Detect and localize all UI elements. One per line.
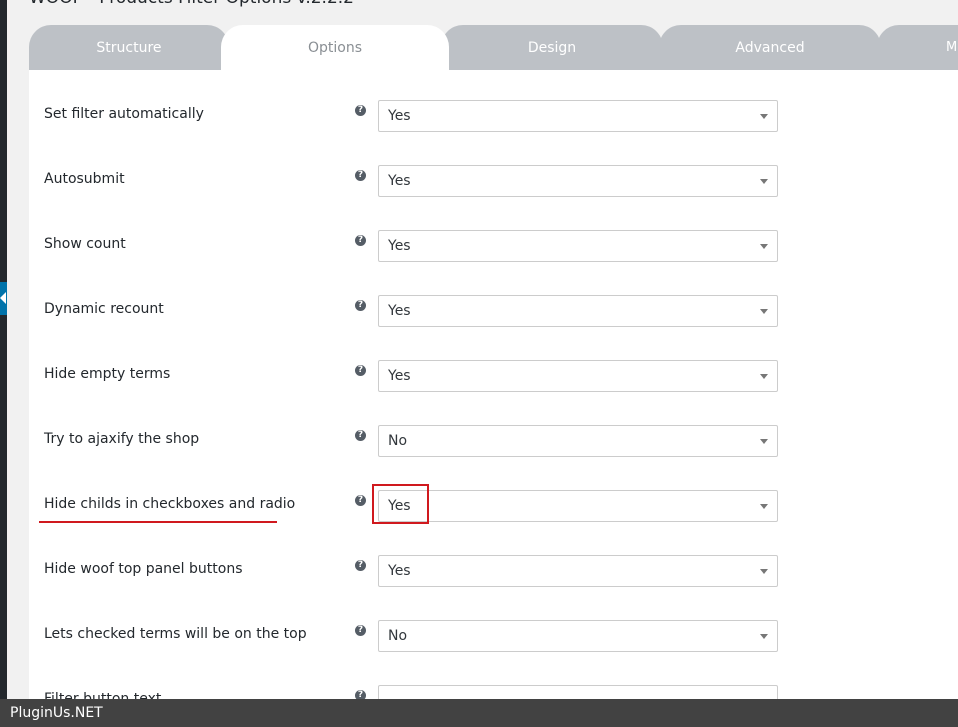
select-value: Yes (388, 303, 411, 319)
option-label: Try to ajaxify the shop (44, 431, 200, 447)
option-row: Dynamic recount ? Yes (29, 295, 929, 327)
option-label: Hide woof top panel buttons (44, 561, 243, 577)
help-icon[interactable]: ? (355, 625, 366, 636)
option-select[interactable]: Yes (378, 555, 778, 587)
help-icon[interactable]: ? (355, 235, 366, 246)
option-select[interactable]: Yes (378, 295, 778, 327)
help-icon[interactable]: ? (355, 170, 366, 181)
chevron-down-icon (760, 569, 768, 574)
option-select[interactable]: Yes (378, 100, 778, 132)
tab-options[interactable]: Options (221, 25, 449, 70)
option-row: Show count ? Yes (29, 230, 929, 262)
highlight-box (372, 484, 429, 524)
watermark-footer: PluginUs.NET (0, 699, 958, 727)
option-label: Hide empty terms (44, 366, 171, 382)
highlight-underline (39, 521, 277, 523)
option-label: Dynamic recount (44, 301, 164, 317)
select-value: No (388, 433, 408, 449)
option-select[interactable]: Yes (378, 165, 778, 197)
select-value: No (388, 628, 408, 644)
page-title: WOOF - Products Filter Options v.2.2.2 (29, 0, 354, 8)
option-row: Try to ajaxify the shop ? No (29, 425, 929, 457)
chevron-down-icon (760, 634, 768, 639)
option-row: Hide empty terms ? Yes (29, 360, 929, 392)
option-row: Lets checked terms will be on the top ? … (29, 620, 929, 652)
option-label: Autosubmit (44, 171, 125, 187)
option-row: Autosubmit ? Yes (29, 165, 929, 197)
chevron-down-icon (760, 439, 768, 444)
select-value: Yes (388, 173, 411, 189)
help-icon[interactable]: ? (355, 560, 366, 571)
chevron-down-icon (760, 179, 768, 184)
tab-more[interactable]: M (877, 25, 958, 70)
help-icon[interactable]: ? (355, 365, 366, 376)
help-icon[interactable]: ? (355, 105, 366, 116)
chevron-down-icon (760, 374, 768, 379)
tab-advanced[interactable]: Advanced (659, 25, 881, 70)
option-label: Set filter automatically (44, 106, 204, 122)
option-label: Hide childs in checkboxes and radio (44, 496, 296, 512)
option-label: Lets checked terms will be on the top (44, 626, 307, 642)
help-icon[interactable]: ? (355, 300, 366, 311)
select-value: Yes (388, 238, 411, 254)
select-value: Yes (388, 563, 411, 579)
chevron-down-icon (760, 309, 768, 314)
chevron-down-icon (760, 114, 768, 119)
chevron-down-icon (760, 504, 768, 509)
option-select[interactable]: Yes (378, 230, 778, 262)
option-label: Show count (44, 236, 126, 252)
options-panel: Set filter automatically ? Yes Autosubmit… (29, 70, 958, 727)
tab-design[interactable]: Design (441, 25, 663, 70)
help-icon[interactable]: ? (355, 430, 366, 441)
help-icon[interactable]: ? (355, 495, 366, 506)
option-select[interactable]: Yes (378, 360, 778, 392)
tab-bar: Structure Design Advanced M Options (29, 25, 958, 70)
option-select[interactable]: No (378, 620, 778, 652)
option-select[interactable]: Yes (378, 490, 778, 522)
collapse-menu-button[interactable] (0, 282, 7, 315)
option-row: Hide childs in checkboxes and radio ? Ye… (29, 484, 929, 524)
tab-structure[interactable]: Structure (29, 25, 229, 70)
option-row: Hide woof top panel buttons ? Yes (29, 555, 929, 587)
option-row: Set filter automatically ? Yes (29, 100, 929, 132)
select-value: Yes (388, 108, 411, 124)
admin-sidebar (0, 0, 7, 727)
select-value: Yes (388, 368, 411, 384)
option-select[interactable]: No (378, 425, 778, 457)
chevron-down-icon (760, 244, 768, 249)
